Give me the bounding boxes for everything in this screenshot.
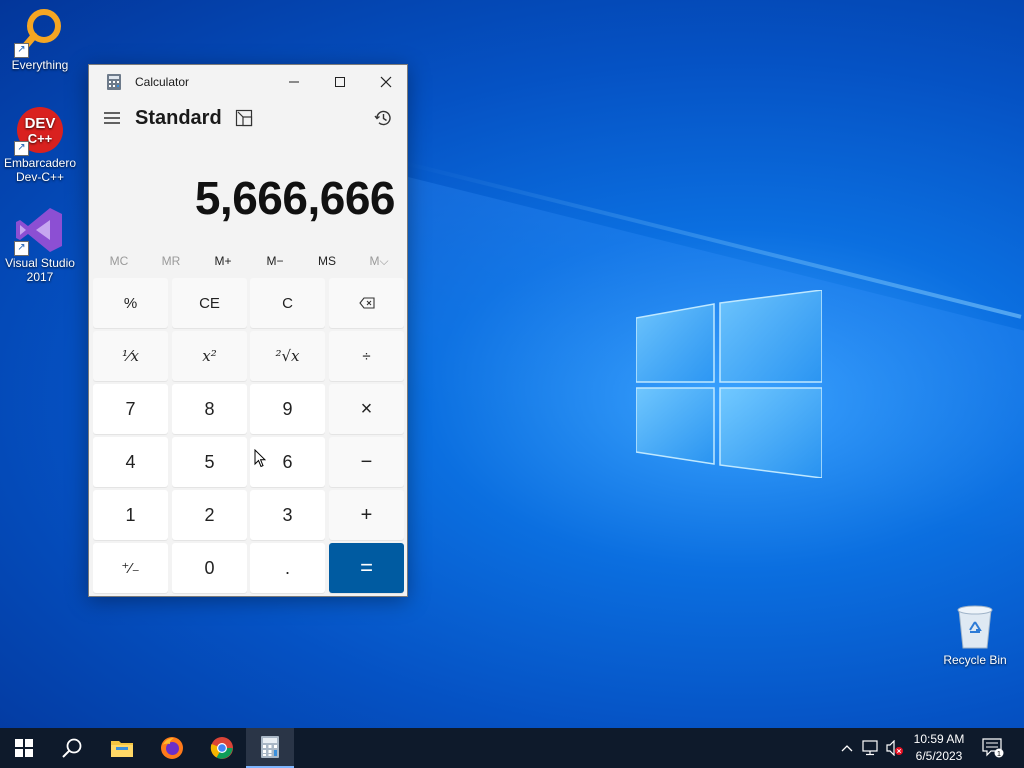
show-hidden-icons-button[interactable] [838, 728, 856, 768]
digit-2-button[interactable]: 2 [172, 490, 247, 540]
start-button[interactable] [0, 728, 48, 768]
desktop-icon-devcpp[interactable]: DEV C++ ↗ Embarcadero Dev-C++ [0, 106, 80, 184]
taskbar-firefox[interactable] [148, 728, 196, 768]
maximize-button[interactable] [317, 65, 363, 99]
close-icon [380, 76, 392, 88]
square-root-button[interactable]: ²√x [250, 331, 325, 381]
clock[interactable]: 10:59 AM 6/5/2023 [908, 731, 970, 765]
clock-date: 6/5/2023 [915, 749, 963, 763]
taskbar-calculator[interactable] [246, 728, 294, 768]
clear-button[interactable]: C [250, 278, 325, 328]
chevron-up-icon [841, 745, 853, 752]
history-icon[interactable] [373, 108, 393, 128]
desktop-icon-label: Embarcadero Dev-C++ [3, 156, 77, 184]
clear-entry-button[interactable]: CE [172, 278, 247, 328]
notification-icon: 1 [982, 738, 1004, 758]
shortcut-arrow-icon: ↗ [14, 241, 29, 256]
memory-add-button[interactable]: M+ [197, 251, 249, 271]
shortcut-arrow-icon: ↗ [14, 43, 29, 58]
digit-9-button[interactable]: 9 [250, 384, 325, 434]
backspace-icon [358, 297, 375, 309]
volume-button[interactable] [884, 728, 906, 768]
mouse-cursor-icon [254, 449, 266, 468]
close-button[interactable] [363, 65, 409, 99]
calculator-icon [261, 736, 279, 758]
network-button[interactable] [860, 728, 882, 768]
memory-recall-button[interactable]: MR [145, 251, 197, 271]
percent-button[interactable]: % [93, 278, 168, 328]
decimal-button[interactable]: . [250, 543, 325, 593]
chrome-icon [210, 737, 233, 759]
memory-store-button[interactable]: MS [301, 251, 353, 271]
memory-list-button[interactable]: M⌵ [353, 251, 405, 271]
digit-1-button[interactable]: 1 [93, 490, 168, 540]
hamburger-menu-icon[interactable] [103, 110, 121, 126]
square-root-label: ²√x [275, 347, 300, 365]
reciprocal-label: ¹⁄x [122, 347, 139, 365]
calculator-header: Standard [89, 99, 407, 139]
desktop-icon-visual-studio[interactable]: ↗ Visual Studio 2017 [0, 206, 80, 284]
taskbar-file-explorer[interactable] [98, 728, 146, 768]
search-icon [62, 738, 82, 758]
desktop-icon-label: Visual Studio 2017 [5, 256, 75, 284]
svg-text:C++: C++ [28, 131, 53, 146]
multiply-button[interactable]: × [329, 384, 404, 434]
window-title: Calculator [135, 75, 190, 89]
digit-7-button[interactable]: 7 [93, 384, 168, 434]
negate-button[interactable]: ⁺⁄₋ [93, 543, 168, 593]
square-label: x² [202, 347, 217, 365]
digit-8-button[interactable]: 8 [172, 384, 247, 434]
result-display: 5,666,666 [194, 172, 396, 224]
divide-button[interactable]: ÷ [329, 331, 404, 381]
backspace-button[interactable] [329, 278, 404, 328]
network-icon [862, 740, 878, 756]
desktop-icon-label: Everything [11, 58, 69, 72]
firefox-icon [161, 737, 183, 759]
digit-5-button[interactable]: 5 [172, 437, 247, 487]
volume-muted-icon [886, 740, 903, 756]
mode-title: Standard [135, 107, 222, 129]
taskbar-chrome[interactable] [198, 728, 246, 768]
notification-count: 1 [997, 749, 1001, 758]
maximize-icon [335, 77, 345, 87]
desktop-icon-recycle-bin[interactable]: Recycle Bin [937, 602, 1013, 667]
equals-button[interactable]: = [329, 543, 404, 593]
digit-4-button[interactable]: 4 [93, 437, 168, 487]
reciprocal-button[interactable]: ¹⁄x [93, 331, 168, 381]
clock-time: 10:59 AM [913, 732, 965, 746]
memory-clear-button[interactable]: MC [93, 251, 145, 271]
minus-button[interactable]: − [329, 437, 404, 487]
windows-logo-wallpaper [636, 290, 822, 478]
shortcut-arrow-icon: ↗ [14, 141, 29, 156]
digit-0-button[interactable]: 0 [172, 543, 247, 593]
svg-text:DEV: DEV [25, 115, 56, 132]
title-bar[interactable]: Calculator [89, 65, 407, 99]
recycle-bin-icon [957, 605, 993, 649]
file-explorer-icon [111, 741, 133, 757]
minimize-button[interactable] [271, 65, 317, 99]
calculator-app-icon [107, 74, 121, 90]
square-button[interactable]: x² [172, 331, 247, 381]
calculator-window: Calculator Standard 5,666,666 MC MR M+ M… [88, 64, 408, 597]
memory-row: MC MR M+ M− MS M⌵ [93, 251, 405, 271]
keep-on-top-icon[interactable] [235, 109, 253, 127]
memory-subtract-button[interactable]: M− [249, 251, 301, 271]
recycle-bin-label: Recycle Bin [943, 653, 1007, 667]
search-button[interactable] [48, 728, 96, 768]
start-icon [15, 739, 33, 757]
minimize-icon [289, 81, 299, 83]
digit-3-button[interactable]: 3 [250, 490, 325, 540]
desktop-icon-everything[interactable]: ↗ Everything [0, 8, 80, 72]
taskbar: 10:59 AM 6/5/2023 1 [0, 728, 1024, 768]
action-center-button[interactable]: 1 [978, 728, 1008, 768]
plus-button[interactable]: + [329, 490, 404, 540]
